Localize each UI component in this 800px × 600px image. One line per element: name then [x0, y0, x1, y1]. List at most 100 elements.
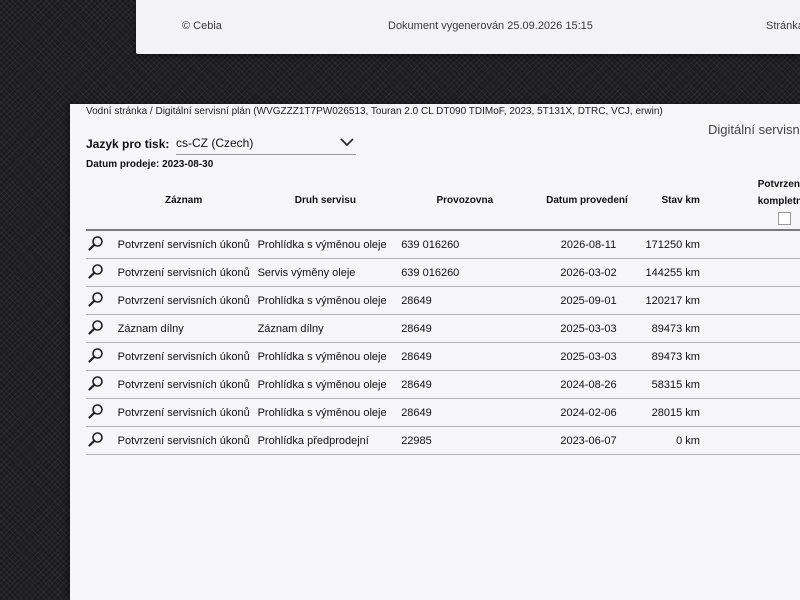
breadcrumb: Vodní stránka / Digitální servisní plán …	[86, 106, 663, 117]
copyright-text: © Cebia	[182, 20, 222, 32]
magnifier-icon[interactable]	[88, 263, 104, 279]
service-type-cell: Servis výměny oleje	[253, 258, 398, 287]
magnifier-icon[interactable]	[88, 403, 104, 419]
workshop-cell: 28649	[397, 370, 533, 399]
row-detail-cell[interactable]	[86, 342, 114, 371]
table-row: Potvrzení servisních úkonů Prohlídka před…	[86, 426, 800, 455]
col-record-header: Záznam	[113, 172, 254, 231]
row-detail-cell[interactable]	[86, 258, 114, 287]
spacer-cell	[719, 370, 757, 399]
sale-date: Datum prodeje: 2023-08-30	[86, 159, 214, 170]
spacer-cell	[719, 314, 757, 343]
language-value: cs-CZ (Czech)	[176, 136, 254, 150]
generated-text: Dokument vygenerován 25.09.2026 15:15	[388, 20, 593, 32]
confirm-cell	[756, 342, 800, 371]
spacer-cell	[719, 426, 757, 455]
row-detail-cell[interactable]	[86, 398, 114, 427]
service-type-cell: Prohlídka s výměnou oleje	[253, 230, 398, 259]
workshop-cell: 28649	[397, 398, 533, 427]
row-detail-cell[interactable]	[86, 314, 114, 343]
row-detail-cell[interactable]	[86, 426, 114, 455]
date-cell: 2026-08-11	[532, 230, 642, 259]
top-sheet-footer: © Cebia Dokument vygenerován 25.09.2026 …	[136, 0, 800, 54]
workshop-cell: 22985	[397, 426, 533, 455]
col-date-header: Datum provedení	[532, 172, 642, 231]
service-type-cell: Prohlídka s výměnou oleje	[253, 398, 398, 427]
workshop-cell: 639 016260	[397, 230, 533, 259]
row-detail-cell[interactable]	[86, 286, 114, 315]
magnifier-icon[interactable]	[88, 235, 104, 251]
row-detail-cell[interactable]	[86, 230, 114, 259]
spacer-cell	[719, 230, 757, 259]
confirm-cell	[756, 426, 800, 455]
table-header-row: Záznam Druh servisu Provozovna Datum pro…	[86, 172, 800, 231]
magnifier-icon[interactable]	[88, 347, 104, 363]
chevron-down-icon	[340, 138, 354, 147]
service-type-cell: Prohlídka s výměnou oleje	[253, 286, 398, 315]
record-cell: Potvrzení servisních úkonů	[113, 286, 254, 315]
table-row: Potvrzení servisních úkonů Prohlídka s vý…	[86, 230, 800, 259]
col-workshop-header: Provozovna	[397, 172, 533, 231]
workshop-cell: 639 016260	[397, 258, 533, 287]
page-label: Stránka	[766, 20, 800, 32]
record-cell: Potvrzení servisních úkonů	[113, 426, 254, 455]
service-table: Záznam Druh servisu Provozovna Datum pro…	[86, 172, 800, 455]
col-confirm-line2: kompletní	[757, 196, 800, 207]
service-plan-sheet: Vodní stránka / Digitální servisní plán …	[70, 104, 800, 600]
spacer-cell	[719, 286, 757, 315]
confirm-cell	[756, 286, 800, 315]
language-label: Jazyk pro tisk:	[86, 137, 170, 151]
table-row: Potvrzení servisních úkonů Prohlídka s vý…	[86, 370, 800, 399]
record-cell: Potvrzení servisních úkonů	[113, 370, 254, 399]
col-spacer-header	[719, 172, 757, 231]
record-cell: Potvrzení servisních úkonů	[113, 342, 254, 371]
date-cell: 2024-08-26	[532, 370, 642, 399]
confirm-cell	[756, 398, 800, 427]
spacer-cell	[719, 342, 757, 371]
col-km-header: Stav km	[641, 172, 720, 231]
confirm-cell	[756, 314, 800, 343]
language-select[interactable]: cs-CZ (Czech)	[176, 134, 356, 155]
row-detail-cell[interactable]	[86, 370, 114, 399]
magnifier-icon[interactable]	[88, 431, 104, 447]
date-cell: 2024-02-06	[532, 398, 642, 427]
date-cell: 2023-06-07	[532, 426, 642, 455]
workshop-cell: 28649	[397, 342, 533, 371]
confirm-cell	[756, 370, 800, 399]
date-cell: 2026-03-02	[532, 258, 642, 287]
spacer-cell	[719, 398, 757, 427]
record-cell: Potvrzení servisních úkonů	[113, 230, 254, 259]
magnifier-icon[interactable]	[88, 291, 104, 307]
service-type-cell: Prohlídka s výměnou oleje	[253, 342, 398, 371]
km-cell: 89473 km	[641, 342, 720, 371]
spacer-cell	[719, 258, 757, 287]
table-row: Potvrzení servisních úkonů Prohlídka s vý…	[86, 398, 800, 427]
confirm-cell	[756, 258, 800, 287]
record-cell: Potvrzení servisních úkonů	[113, 398, 254, 427]
page-title: Digitální servisní	[708, 122, 800, 137]
service-type-cell: Prohlídka s výměnou oleje	[253, 370, 398, 399]
workshop-cell: 28649	[397, 314, 533, 343]
service-type-cell: Prohlídka předprodejní	[253, 426, 398, 455]
date-cell: 2025-03-03	[532, 314, 642, 343]
km-cell: 28015 km	[641, 398, 720, 427]
km-cell: 144255 km	[641, 258, 720, 287]
table-row: Potvrzení servisních úkonů Servis výměny …	[86, 258, 800, 287]
magnifier-icon[interactable]	[88, 319, 104, 335]
record-cell: Potvrzení servisních úkonů	[113, 258, 254, 287]
km-cell: 120217 km	[641, 286, 720, 315]
km-cell: 171250 km	[641, 230, 720, 259]
col-icon-header	[86, 172, 114, 231]
table-row: Záznam dílny Záznam dílny 28649 2025-03-03 8…	[86, 314, 800, 343]
confirm-all-checkbox[interactable]	[777, 212, 791, 225]
service-type-cell: Záznam dílny	[253, 314, 398, 343]
km-cell: 58315 km	[641, 370, 720, 399]
magnifier-icon[interactable]	[88, 375, 104, 391]
table-row: Potvrzení servisních úkonů Prohlídka s vý…	[86, 286, 800, 315]
km-cell: 0 km	[641, 426, 720, 455]
col-service-type-header: Druh servisu	[253, 172, 398, 231]
confirm-cell	[756, 230, 800, 259]
date-cell: 2025-03-03	[532, 342, 642, 371]
col-confirm-header: Potvrzení kompletní	[756, 172, 800, 231]
col-confirm-line1: Potvrzení	[757, 179, 800, 190]
